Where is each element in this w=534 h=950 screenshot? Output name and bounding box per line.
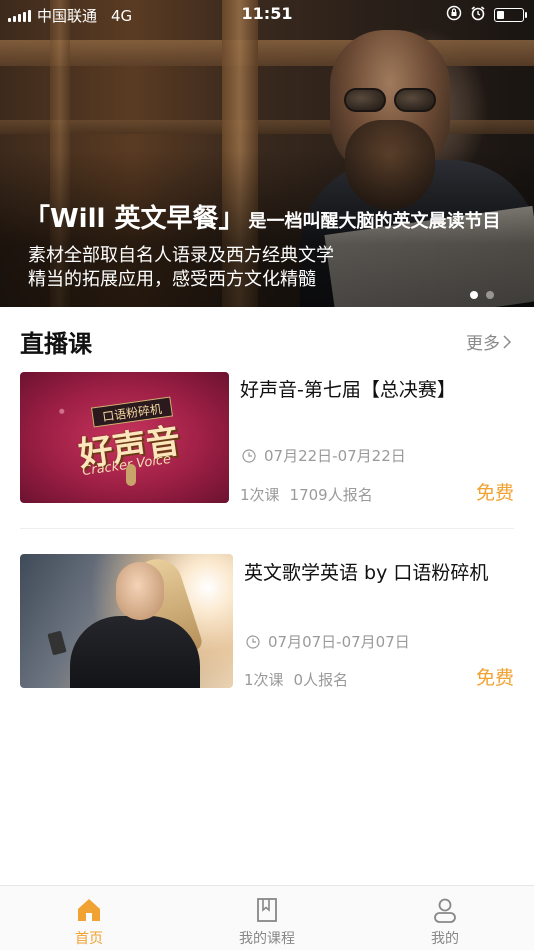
course-price: 免费 — [475, 667, 514, 689]
rotation-lock-icon — [446, 5, 462, 25]
tab-profile-label: 我的 — [431, 931, 459, 947]
chevron-right-icon — [503, 334, 512, 349]
banner-person-glasses — [340, 88, 440, 114]
tab-bar: 首页 我的课程 我的 — [0, 885, 534, 950]
clock-icon — [246, 634, 260, 649]
banner-dot-active[interactable] — [470, 291, 478, 299]
course-thumbnail — [20, 554, 233, 688]
thumb-body — [70, 616, 200, 688]
list-divider — [20, 528, 514, 529]
course-card[interactable]: 英文歌学英语 by 口语粉碎机 07月07日-07月07日 1次课 0人报名 免费 — [0, 554, 534, 694]
course-title: 好声音-第七届【总决赛】 — [240, 379, 456, 401]
tab-profile[interactable]: 我的 — [385, 896, 505, 948]
course-lessons: 1次课 — [240, 486, 280, 504]
course-meta: 1次课 1709人报名 — [240, 484, 373, 505]
course-thumbnail: 口语粉碎机 好声音 Cracker Voice — [20, 372, 229, 503]
course-meta: 1次课 0人报名 — [244, 669, 348, 690]
phone-icon — [47, 630, 67, 656]
user-icon — [434, 898, 456, 923]
alarm-icon — [470, 5, 486, 25]
course-price: 免费 — [475, 482, 514, 504]
tab-my-courses[interactable]: 我的课程 — [207, 896, 327, 948]
course-lessons: 1次课 — [244, 671, 284, 689]
microphone-icon — [126, 464, 136, 486]
banner-title: 「Will 英文早餐」 是一档叫醒大脑的英文晨读节目 — [24, 198, 500, 235]
home-icon — [78, 899, 100, 921]
tab-my-courses-label: 我的课程 — [239, 931, 295, 947]
course-date-text: 07月22日-07月22日 — [264, 447, 406, 465]
banner-dot[interactable] — [486, 291, 494, 299]
banner-pagination[interactable] — [470, 291, 494, 299]
banner-title-sub: 是一档叫醒大脑的英文晨读节目 — [248, 211, 501, 232]
course-date: 07月22日-07月22日 — [242, 445, 406, 466]
tab-home-label: 首页 — [75, 931, 103, 947]
status-bar: 中国联通 4G 11:51 — [0, 0, 534, 28]
banner-line-1: 素材全部取自名人语录及西方经典文学 — [28, 245, 334, 266]
course-date: 07月07日-07月07日 — [246, 631, 410, 652]
more-link[interactable]: 更多 — [466, 329, 512, 354]
banner-line-2: 精当的拓展应用，感受西方文化精髓 — [28, 269, 316, 290]
tab-home[interactable]: 首页 — [29, 896, 149, 948]
more-label: 更多 — [466, 334, 500, 354]
course-card[interactable]: 口语粉碎机 好声音 Cracker Voice 好声音-第七届【总决赛】 07月… — [0, 371, 534, 511]
banner-bg-beam — [0, 120, 534, 134]
course-enrolled: 1709人报名 — [289, 486, 373, 504]
course-title: 英文歌学英语 by 口语粉碎机 — [244, 562, 489, 584]
banner-title-main: 「Will 英文早餐」 — [24, 204, 245, 234]
battery-icon — [494, 8, 527, 22]
banner-bg-beam — [0, 40, 534, 66]
clock-icon — [242, 448, 256, 463]
thumb-head — [116, 562, 164, 620]
course-date-text: 07月07日-07月07日 — [268, 633, 410, 651]
course-enrolled: 0人报名 — [293, 671, 349, 689]
hero-banner[interactable]: 「Will 英文早餐」 是一档叫醒大脑的英文晨读节目 素材全部取自名人语录及西方经… — [0, 0, 534, 307]
section-title: 直播课 — [20, 330, 92, 358]
book-icon — [257, 898, 277, 922]
